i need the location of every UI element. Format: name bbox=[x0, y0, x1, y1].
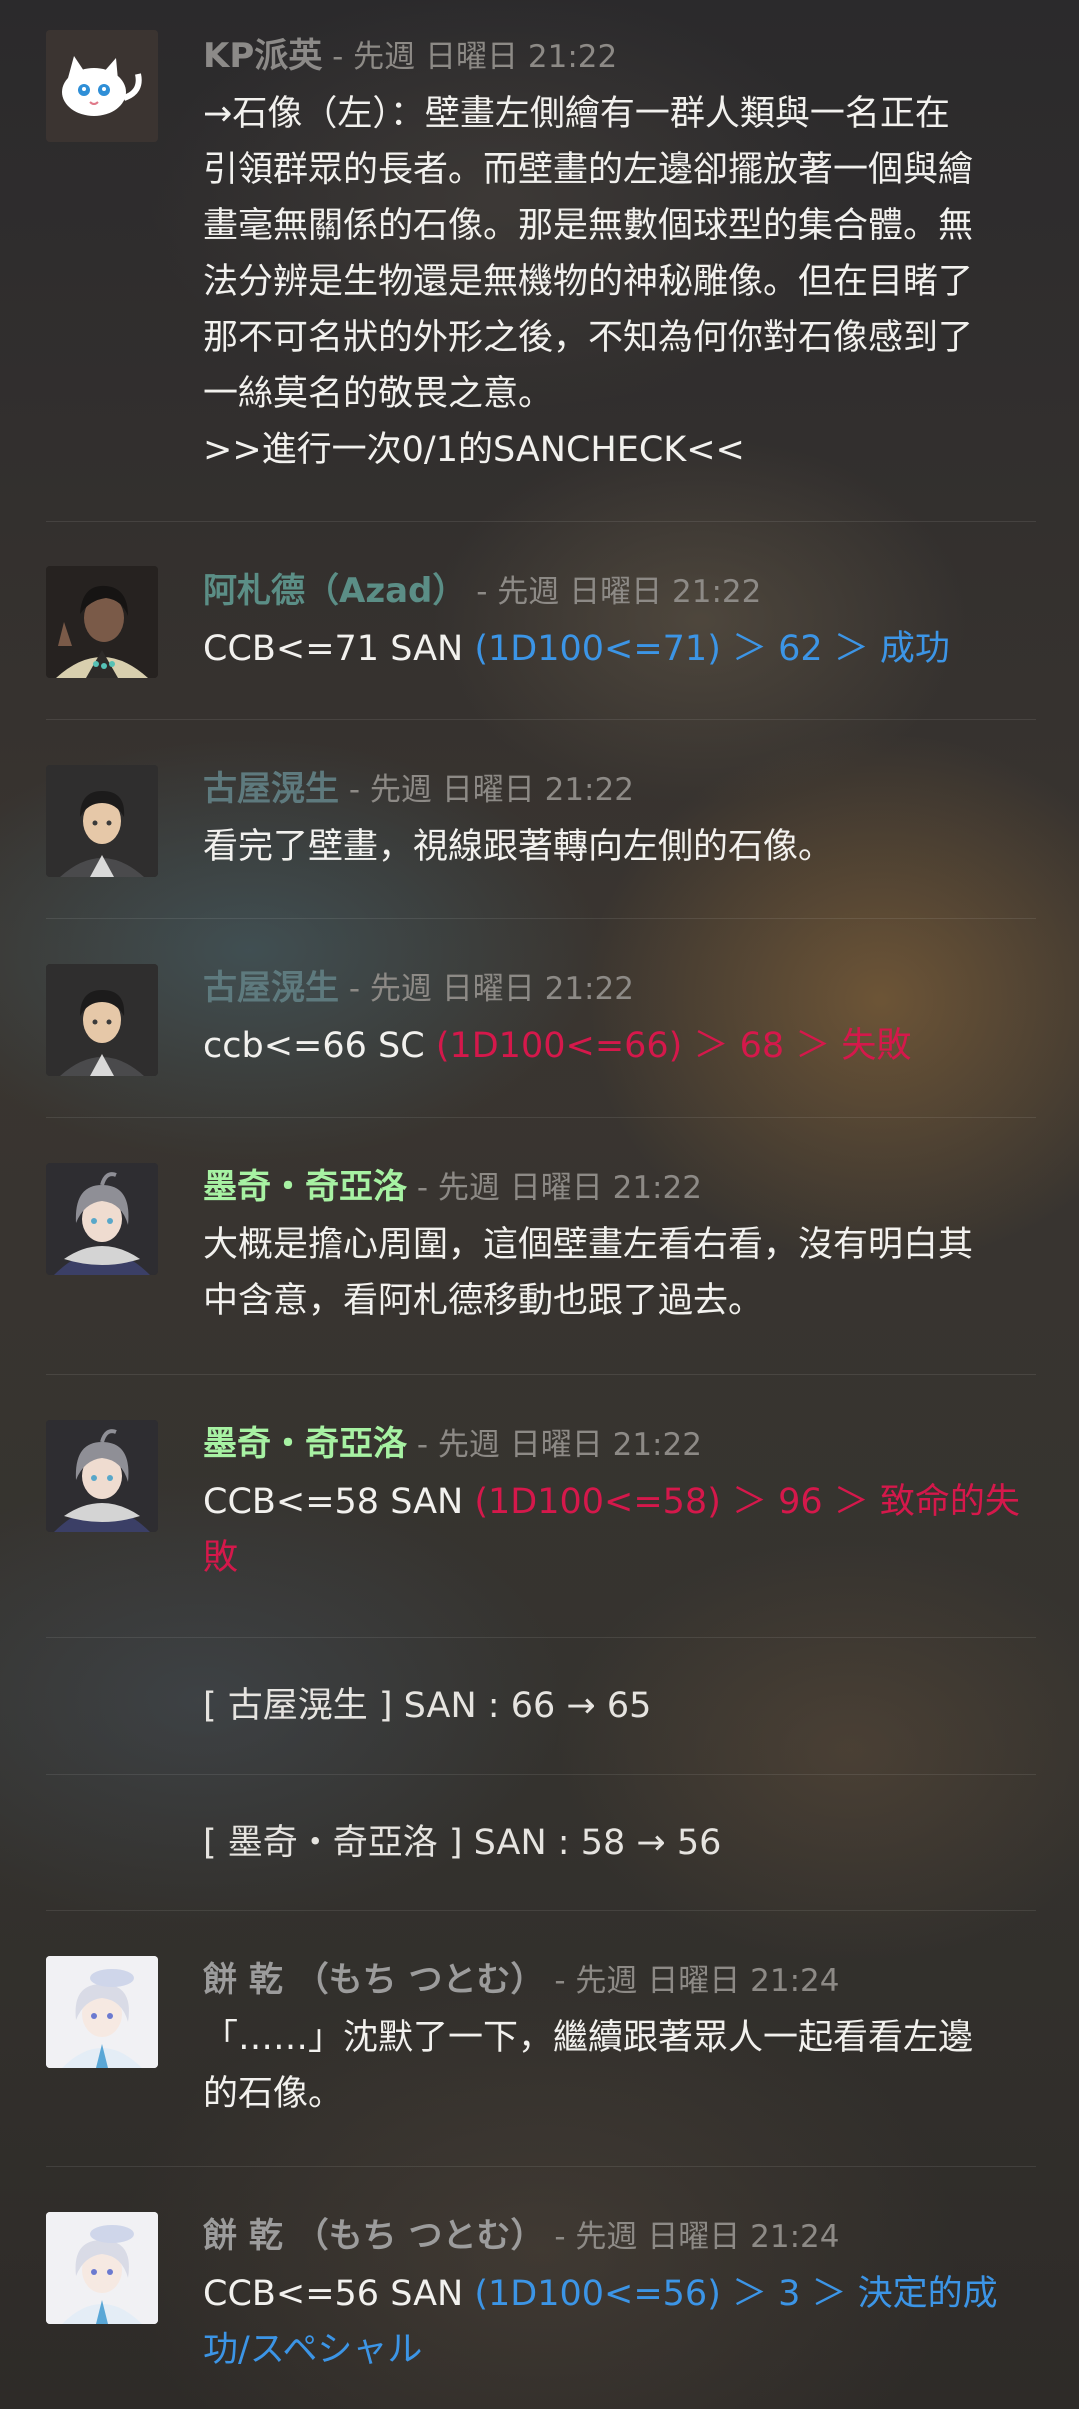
dice-result: (1D100<=56) ＞ 3 ＞ 決定的成 bbox=[474, 2274, 998, 2314]
system-message: [ 墨奇・奇亞洛 ] SAN : 58 → 56 bbox=[46, 1774, 1036, 1911]
dice-result: (1D100<=66) ＞ 68 ＞ 失敗 bbox=[435, 1026, 912, 1066]
timestamp: - 先週 日曜日 21:22 bbox=[339, 971, 634, 1007]
white-haired-beret-avatar-icon bbox=[46, 1956, 158, 2068]
dice-command: CCB<=71 SAN bbox=[203, 629, 475, 669]
young-man-hoodie-avatar-icon bbox=[46, 964, 158, 1076]
chat-message: 阿札德（Azad） - 先週 日曜日 21:22 CCB<=71 SAN (1D… bbox=[46, 521, 1036, 720]
dice-result: (1D100<=58) ＞ 96 ＞ 致命的失 bbox=[474, 1482, 1020, 1522]
message-line: →石像（左）：壁畫左側繪有一群人類與一名正在 bbox=[203, 94, 950, 134]
san-change-text: [ 古屋滉生 ] SAN : 66 → 65 bbox=[203, 1686, 652, 1726]
chat-message: 墨奇・奇亞洛 - 先週 日曜日 21:22 大概是擔心周圍，這個壁畫左看右看，沒… bbox=[46, 1117, 1036, 1375]
white-cat-avatar-icon bbox=[46, 30, 158, 142]
gray-haired-scarf-avatar-icon bbox=[46, 1420, 158, 1532]
timestamp: - 先週 日曜日 21:24 bbox=[544, 2219, 840, 2255]
message-line: 中含意，看阿札德移動也跟了過去。 bbox=[203, 1281, 764, 1321]
chat-message: 古屋滉生 - 先週 日曜日 21:22 ccb<=66 SC (1D100<=6… bbox=[46, 918, 1036, 1118]
dice-command: CCB<=58 SAN bbox=[203, 1482, 475, 1522]
sender-name[interactable]: 古屋滉生 bbox=[203, 769, 339, 809]
sender-name[interactable]: 餅 乾 （もち つとむ） bbox=[203, 2216, 545, 2256]
system-message: [ 古屋滉生 ] SAN : 66 → 65 bbox=[46, 1637, 1036, 1775]
chat-message: 餅 乾 （もち つとむ） - 先週 日曜日 21:24 「……」沈默了一下，繼續… bbox=[46, 1910, 1036, 2167]
avatar[interactable] bbox=[46, 1163, 158, 1275]
message-line: 「……」沈默了一下，繼續跟著眾人一起看看左邊 bbox=[203, 2018, 974, 2058]
sender-name[interactable]: 阿札德（Azad） bbox=[203, 571, 466, 611]
avatar[interactable] bbox=[46, 1420, 158, 1532]
message-line: 的石像。 bbox=[203, 2074, 344, 2114]
dice-result-continued: 敗 bbox=[203, 1538, 239, 1578]
dice-command: ccb<=66 SC bbox=[203, 1026, 436, 1066]
message-line: 那不可名狀的外形之後，不知為何你對石像感到了 bbox=[203, 318, 974, 358]
message-line: 引領群眾的長者。而壁畫的左邊卻擺放著一個與繪 bbox=[203, 150, 974, 190]
avatar[interactable] bbox=[46, 765, 158, 877]
avatar[interactable] bbox=[46, 964, 158, 1076]
avatar[interactable] bbox=[46, 1956, 158, 2068]
dice-result-continued: 功/スペシャル bbox=[203, 2330, 423, 2370]
chat-message: 墨奇・奇亞洛 - 先週 日曜日 21:22 CCB<=58 SAN (1D100… bbox=[46, 1374, 1036, 1638]
timestamp: - 先週 日曜日 21:22 bbox=[339, 772, 634, 808]
sender-name[interactable]: 餅 乾 （もち つとむ） bbox=[203, 1960, 545, 2000]
timestamp: - 先週 日曜日 21:22 bbox=[407, 1427, 702, 1463]
timestamp: - 先週 日曜日 21:22 bbox=[407, 1170, 702, 1206]
chat-message: 餅 乾 （もち つとむ） - 先週 日曜日 21:24 CCB<=56 SAN … bbox=[46, 2166, 1036, 2409]
white-haired-beret-avatar-icon bbox=[46, 2212, 158, 2324]
dice-result: (1D100<=71) ＞ 62 ＞ 成功 bbox=[474, 629, 950, 669]
timestamp: - 先週 日曜日 21:22 bbox=[466, 574, 762, 610]
message-line: 畫毫無關係的石像。那是無數個球型的集合體。無 bbox=[203, 206, 974, 246]
gray-haired-scarf-avatar-icon bbox=[46, 1163, 158, 1275]
young-man-hoodie-avatar-icon bbox=[46, 765, 158, 877]
chat-message: KP派英 - 先週 日曜日 21:22 →石像（左）：壁畫左側繪有一群人類與一名… bbox=[46, 28, 1036, 522]
message-line: 一絲莫名的敬畏之意。 bbox=[203, 374, 554, 414]
avatar[interactable] bbox=[46, 30, 158, 142]
message-line: >>進行一次0/1的SANCHECK<< bbox=[203, 430, 745, 470]
avatar[interactable] bbox=[46, 2212, 158, 2324]
timestamp: - 先週 日曜日 21:22 bbox=[322, 39, 618, 75]
avatar[interactable] bbox=[46, 566, 158, 678]
dark-haired-man-avatar-icon bbox=[46, 566, 158, 678]
timestamp: - 先週 日曜日 21:24 bbox=[544, 1963, 840, 1999]
sender-name[interactable]: 古屋滉生 bbox=[203, 968, 339, 1008]
sender-name[interactable]: 墨奇・奇亞洛 bbox=[203, 1167, 407, 1207]
chat-message: 古屋滉生 - 先週 日曜日 21:22 看完了壁畫，視線跟著轉向左側的石像。 bbox=[46, 719, 1036, 919]
san-change-text: [ 墨奇・奇亞洛 ] SAN : 58 → 56 bbox=[203, 1823, 722, 1863]
sender-name[interactable]: KP派英 bbox=[203, 36, 322, 76]
message-line: 大概是擔心周圍，這個壁畫左看右看，沒有明白其 bbox=[203, 1225, 974, 1265]
dice-command: CCB<=56 SAN bbox=[203, 2274, 475, 2314]
message-line: 看完了壁畫，視線跟著轉向左側的石像。 bbox=[203, 827, 834, 867]
sender-name[interactable]: 墨奇・奇亞洛 bbox=[203, 1424, 407, 1464]
message-line: 法分辨是生物還是無機物的神秘雕像。但在目睹了 bbox=[203, 262, 974, 302]
